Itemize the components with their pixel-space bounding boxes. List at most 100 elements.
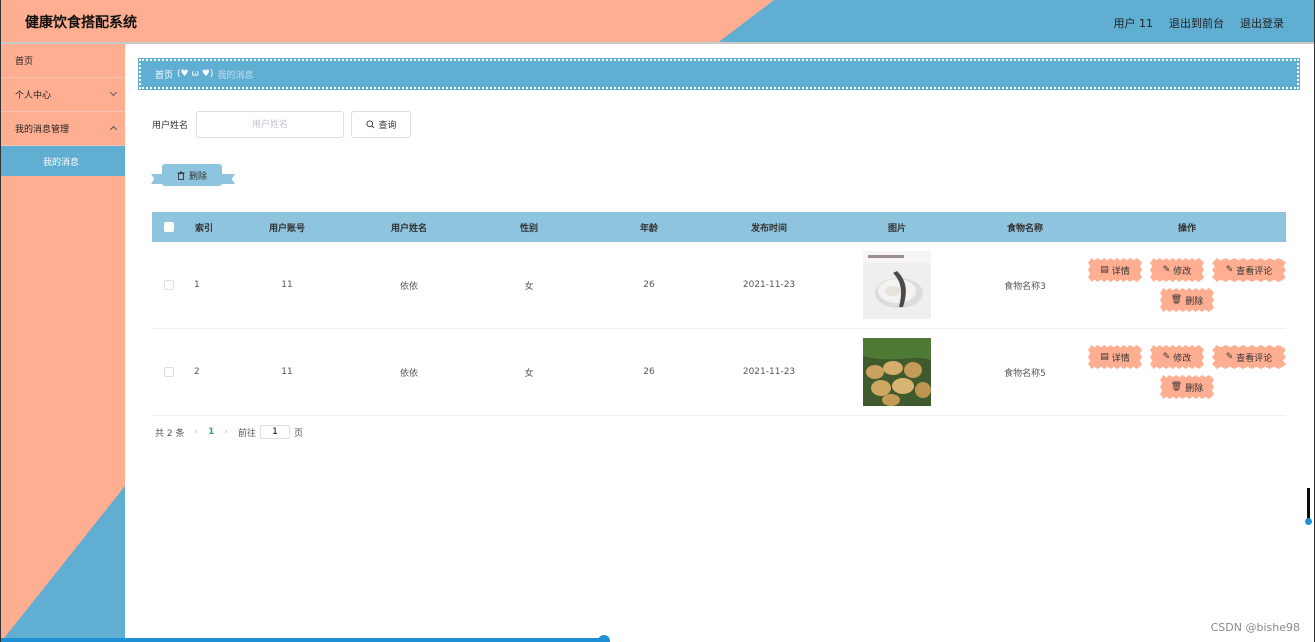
header-name: 用户姓名 [390,223,427,234]
pencil-icon: ✎ [1225,265,1234,275]
trash-icon [177,171,185,180]
cell-actions: ▤ 详情 ✎ 修改 ✎ 查看评论 🗑 删除 [1088,345,1286,399]
edit-label: 修改 [1173,266,1192,277]
header-actions: 操作 [1177,223,1196,234]
breadcrumb-current: 我的消息 [217,70,254,81]
search-input[interactable] [196,111,345,138]
cell-time: 2021-11-23 [742,280,796,290]
cell-picture [832,251,962,319]
goto-page: 前往 页 [238,425,303,439]
delete-label: 删除 [1185,383,1204,394]
header-food: 食物名称 [1006,223,1043,234]
watermark: CSDN @bishe98 [1210,621,1300,634]
goto-suffix: 页 [293,428,303,439]
detail-label: 详情 [1111,353,1130,364]
sidebar-subitem-label: 我的消息 [43,157,80,168]
breadcrumb-separator: (♥ ω ♥) [177,69,214,79]
query-button[interactable]: 查询 [351,111,412,138]
cell-name: 依依 [399,368,418,379]
progress-handle[interactable] [598,635,610,642]
pagination: 共 2 条 ‹ 1 › 前往 页 [155,425,303,439]
trash-icon: 🗑 [1170,295,1183,305]
edit-label: 修改 [1173,353,1192,364]
detail-label: 详情 [1111,266,1130,277]
edit-button[interactable]: ✎ 修改 [1150,345,1204,369]
pagination-total: 共 2 条 [155,428,185,439]
row-delete-button[interactable]: 🗑 删除 [1160,288,1214,312]
cell-picture [832,338,962,406]
app-frame: 健康饮食搭配系统 用户 11 退出到前台 退出登录 首页 个人中心 我的消息管理… [0,0,1315,642]
chevron-down-icon [109,125,118,134]
search-bar: 用户姓名 查询 [152,111,412,138]
cell-sex: 女 [524,281,534,292]
edit-button[interactable]: ✎ 修改 [1150,258,1204,282]
sidebar-item-home[interactable]: 首页 [1,44,125,78]
back-to-front-link[interactable]: 退出到前台 [1169,15,1224,31]
header-picture: 图片 [887,223,906,234]
cell-food: 食物名称5 [1004,368,1046,379]
batch-delete-button[interactable]: 删除 [162,164,222,186]
food-image-fish[interactable] [863,251,931,319]
top-header: 健康饮食搭配系统 用户 11 退出到前台 退出登录 [1,0,1314,44]
app-title: 健康饮食搭配系统 [25,15,137,31]
comments-label: 查看评论 [1236,266,1273,277]
progress-bar [1,638,604,642]
cell-food: 食物名称3 [1004,281,1046,292]
food-image-potatoes[interactable] [863,338,931,406]
search-icon [365,120,374,129]
header-time: 发布时间 [750,223,787,234]
message-table: 索引 用户账号 用户姓名 性别 年龄 发布时间 图片 食物名称 操作 1 11 … [152,212,1286,416]
sidebar-subitem-my-messages[interactable]: 我的消息 [1,146,125,176]
header-actions: 用户 11 退出到前台 退出登录 [1114,15,1285,31]
document-icon: ▤ [1100,265,1109,275]
cell-sex: 女 [524,368,534,379]
sidebar-item-label: 首页 [15,57,34,67]
row-checkbox[interactable] [164,367,174,377]
goto-label: 前往 [237,428,256,439]
row-checkbox[interactable] [164,280,174,290]
select-all-checkbox[interactable] [164,222,174,232]
sidebar-item-personal-center[interactable]: 个人中心 [1,78,125,112]
cell-account: 11 [281,367,293,377]
scrollbar-knob[interactable] [1305,518,1312,525]
chevron-left-icon[interactable]: ‹ [194,427,198,437]
cell-age: 26 [643,367,655,377]
query-button-label: 查询 [378,121,397,131]
row-delete-button[interactable]: 🗑 删除 [1160,375,1214,399]
detail-button[interactable]: ▤ 详情 [1088,345,1142,369]
header-index: 索引 [194,223,213,234]
header-age: 年龄 [639,223,658,234]
user-name: 用户 11 [1113,17,1154,30]
cell-account: 11 [281,280,293,290]
chevron-right-icon[interactable]: › [224,427,228,437]
main-content: 首页 (♥ ω ♥) 我的消息 用户姓名 查询 删除 索引 用户账号 [125,44,1302,642]
view-comments-button[interactable]: ✎ 查看评论 [1212,258,1286,282]
vertical-scrollbar[interactable] [1307,488,1310,522]
header-account: 用户账号 [268,223,305,234]
header-sex: 性别 [519,223,538,234]
breadcrumb-home[interactable]: 首页 [155,68,173,81]
view-comments-button[interactable]: ✎ 查看评论 [1212,345,1286,369]
sidebar-item-label: 我的消息管理 [15,125,70,135]
trash-icon: 🗑 [1170,382,1183,392]
page-number[interactable]: 1 [208,427,214,437]
sidebar-decor [1,486,125,642]
cell-actions: ▤ 详情 ✎ 修改 ✎ 查看评论 🗑 删除 [1088,258,1286,312]
delete-label: 删除 [1185,296,1204,307]
cell-time: 2021-11-23 [742,367,796,377]
cell-index: 1 [194,280,200,290]
breadcrumb: 首页 (♥ ω ♥) 我的消息 [138,58,1300,90]
table-row: 1 11 依依 女 26 2021-11-23 食物名称3 ▤ 详情 ✎ 修改 … [152,242,1286,329]
table-header: 索引 用户账号 用户姓名 性别 年龄 发布时间 图片 食物名称 操作 [152,212,1286,242]
chevron-down-icon [109,88,118,97]
pencil-icon: ✎ [1162,352,1171,362]
sidebar-item-label: 个人中心 [15,91,52,101]
goto-page-input[interactable] [259,425,290,439]
pencil-icon: ✎ [1162,265,1171,275]
pencil-icon: ✎ [1225,352,1234,362]
logout-link[interactable]: 退出登录 [1240,15,1284,31]
sidebar-item-message-management[interactable]: 我的消息管理 [1,112,125,146]
cell-name: 依依 [399,281,418,292]
table-row: 2 11 依依 女 26 2021-11-23 食物名称5 ▤ 详情 ✎ 修改 … [152,329,1286,416]
detail-button[interactable]: ▤ 详情 [1088,258,1142,282]
